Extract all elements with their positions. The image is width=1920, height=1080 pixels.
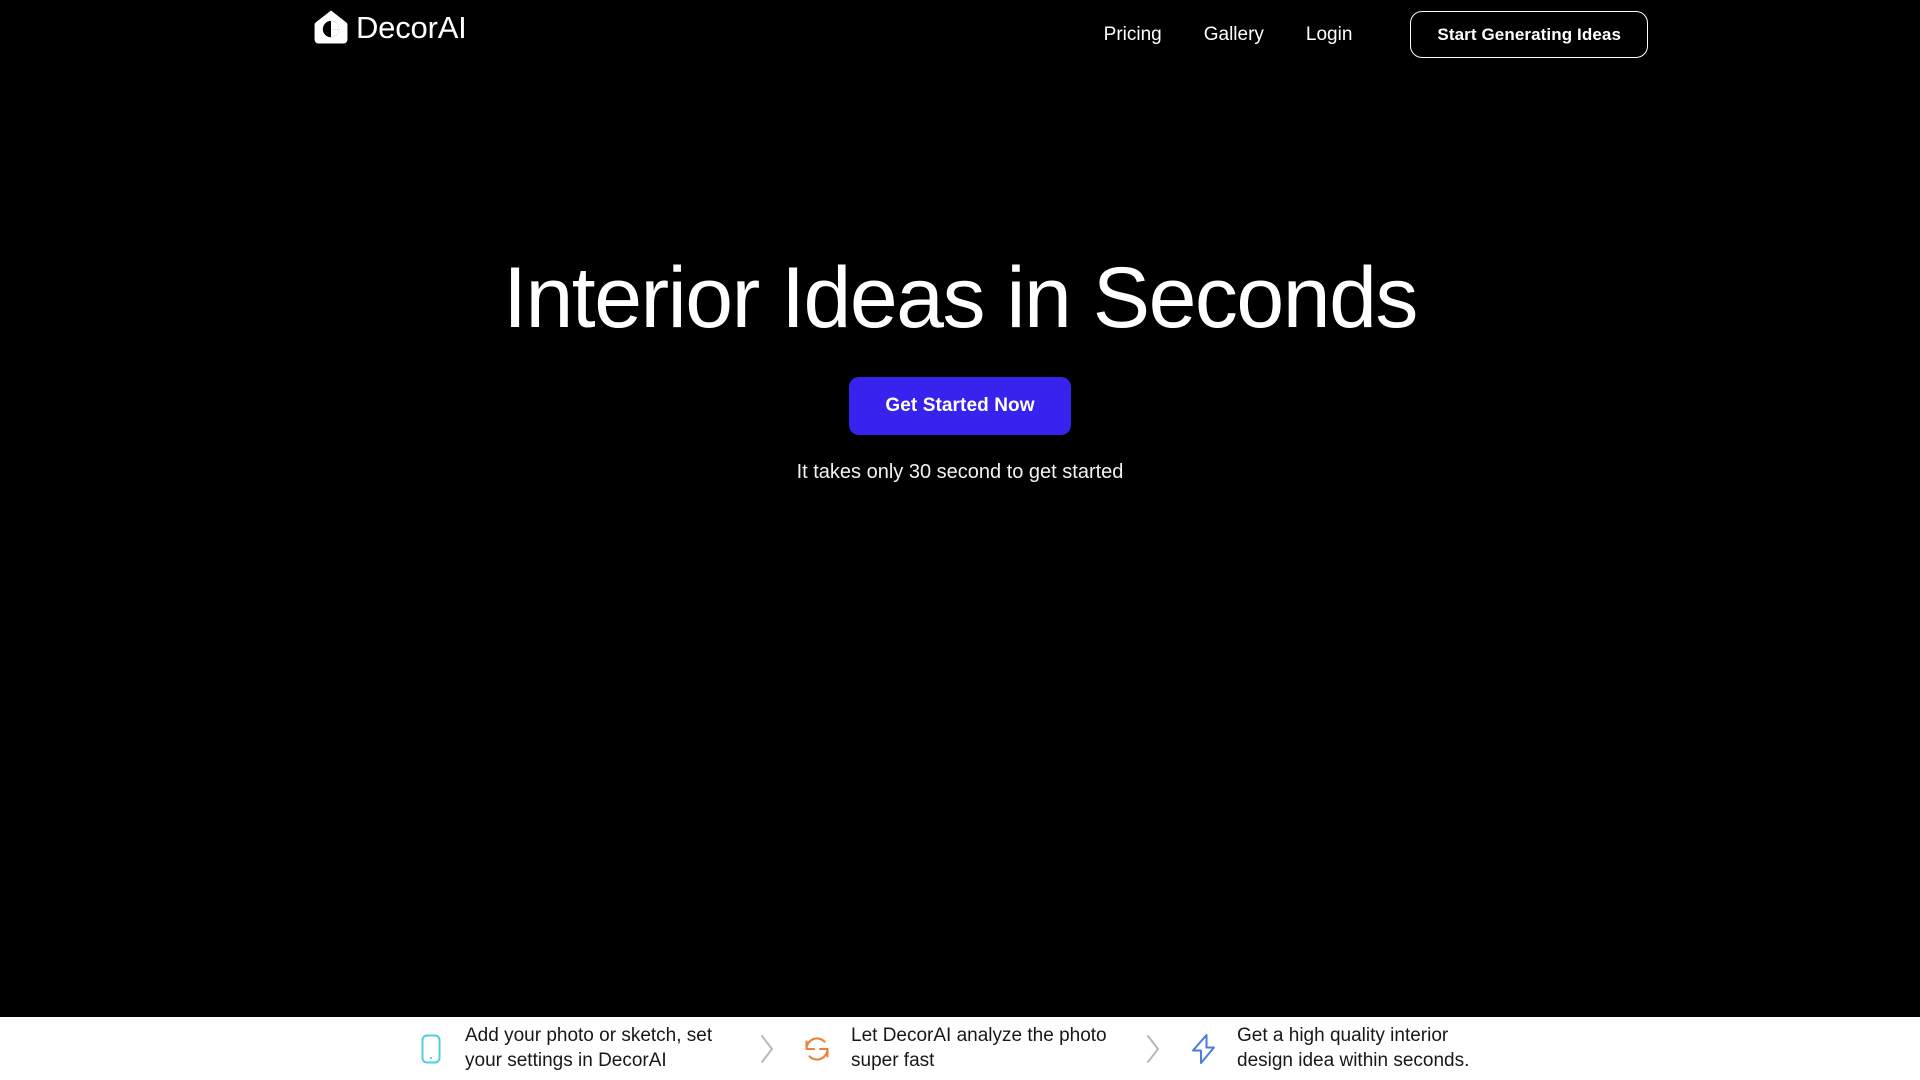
- hero-cta-container: Get Started Now: [0, 377, 1920, 435]
- phone-device-icon: [421, 1034, 441, 1063]
- lightning-bolt-icon: [1192, 1033, 1215, 1064]
- site-header: DecorAI Pricing Gallery Login Start Gene…: [0, 0, 1920, 68]
- step-label-2: Let DecorAI analyze the photo super fast: [851, 1025, 1107, 1071]
- step-item-1: Add your photo or sketch, set your setti…: [413, 1024, 735, 1072]
- main-nav: Pricing Gallery Login Start Generating I…: [1088, 0, 1648, 68]
- hero-subtext: It takes only 30 second to get started: [796, 461, 1124, 483]
- brand-name: DecorAI: [356, 9, 467, 45]
- step-label-1: Add your photo or sketch, set your setti…: [465, 1025, 713, 1071]
- step-separator-1: [735, 1032, 799, 1066]
- nav-item-login[interactable]: Login: [1290, 15, 1369, 54]
- chevron-right-icon: [1147, 1034, 1159, 1063]
- refresh-sync-icon: [805, 1036, 829, 1061]
- start-generating-ideas-button[interactable]: Start Generating Ideas: [1410, 10, 1648, 58]
- page-title: Interior Ideas in Seconds: [503, 250, 1418, 346]
- steps-bar: Add your photo or sketch, set your setti…: [0, 1017, 1920, 1080]
- step-item-3: Get a high quality interior design idea …: [1185, 1024, 1507, 1072]
- step-label-3: Get a high quality interior design idea …: [1237, 1025, 1470, 1071]
- step-separator-2: [1121, 1032, 1185, 1066]
- nav-item-pricing[interactable]: Pricing: [1088, 15, 1178, 54]
- nav-item-gallery[interactable]: Gallery: [1188, 15, 1280, 54]
- house-camera-logo-icon: [314, 10, 348, 44]
- brand-logo[interactable]: DecorAI: [312, 8, 467, 46]
- chevron-right-icon: [761, 1034, 773, 1063]
- get-started-now-button[interactable]: Get Started Now: [849, 377, 1071, 435]
- step-item-2: Let DecorAI analyze the photo super fast: [799, 1024, 1121, 1072]
- landing-page: DecorAI Pricing Gallery Login Start Gene…: [0, 0, 1920, 1080]
- hero-section: Interior Ideas in Seconds Get Started No…: [0, 68, 1920, 1017]
